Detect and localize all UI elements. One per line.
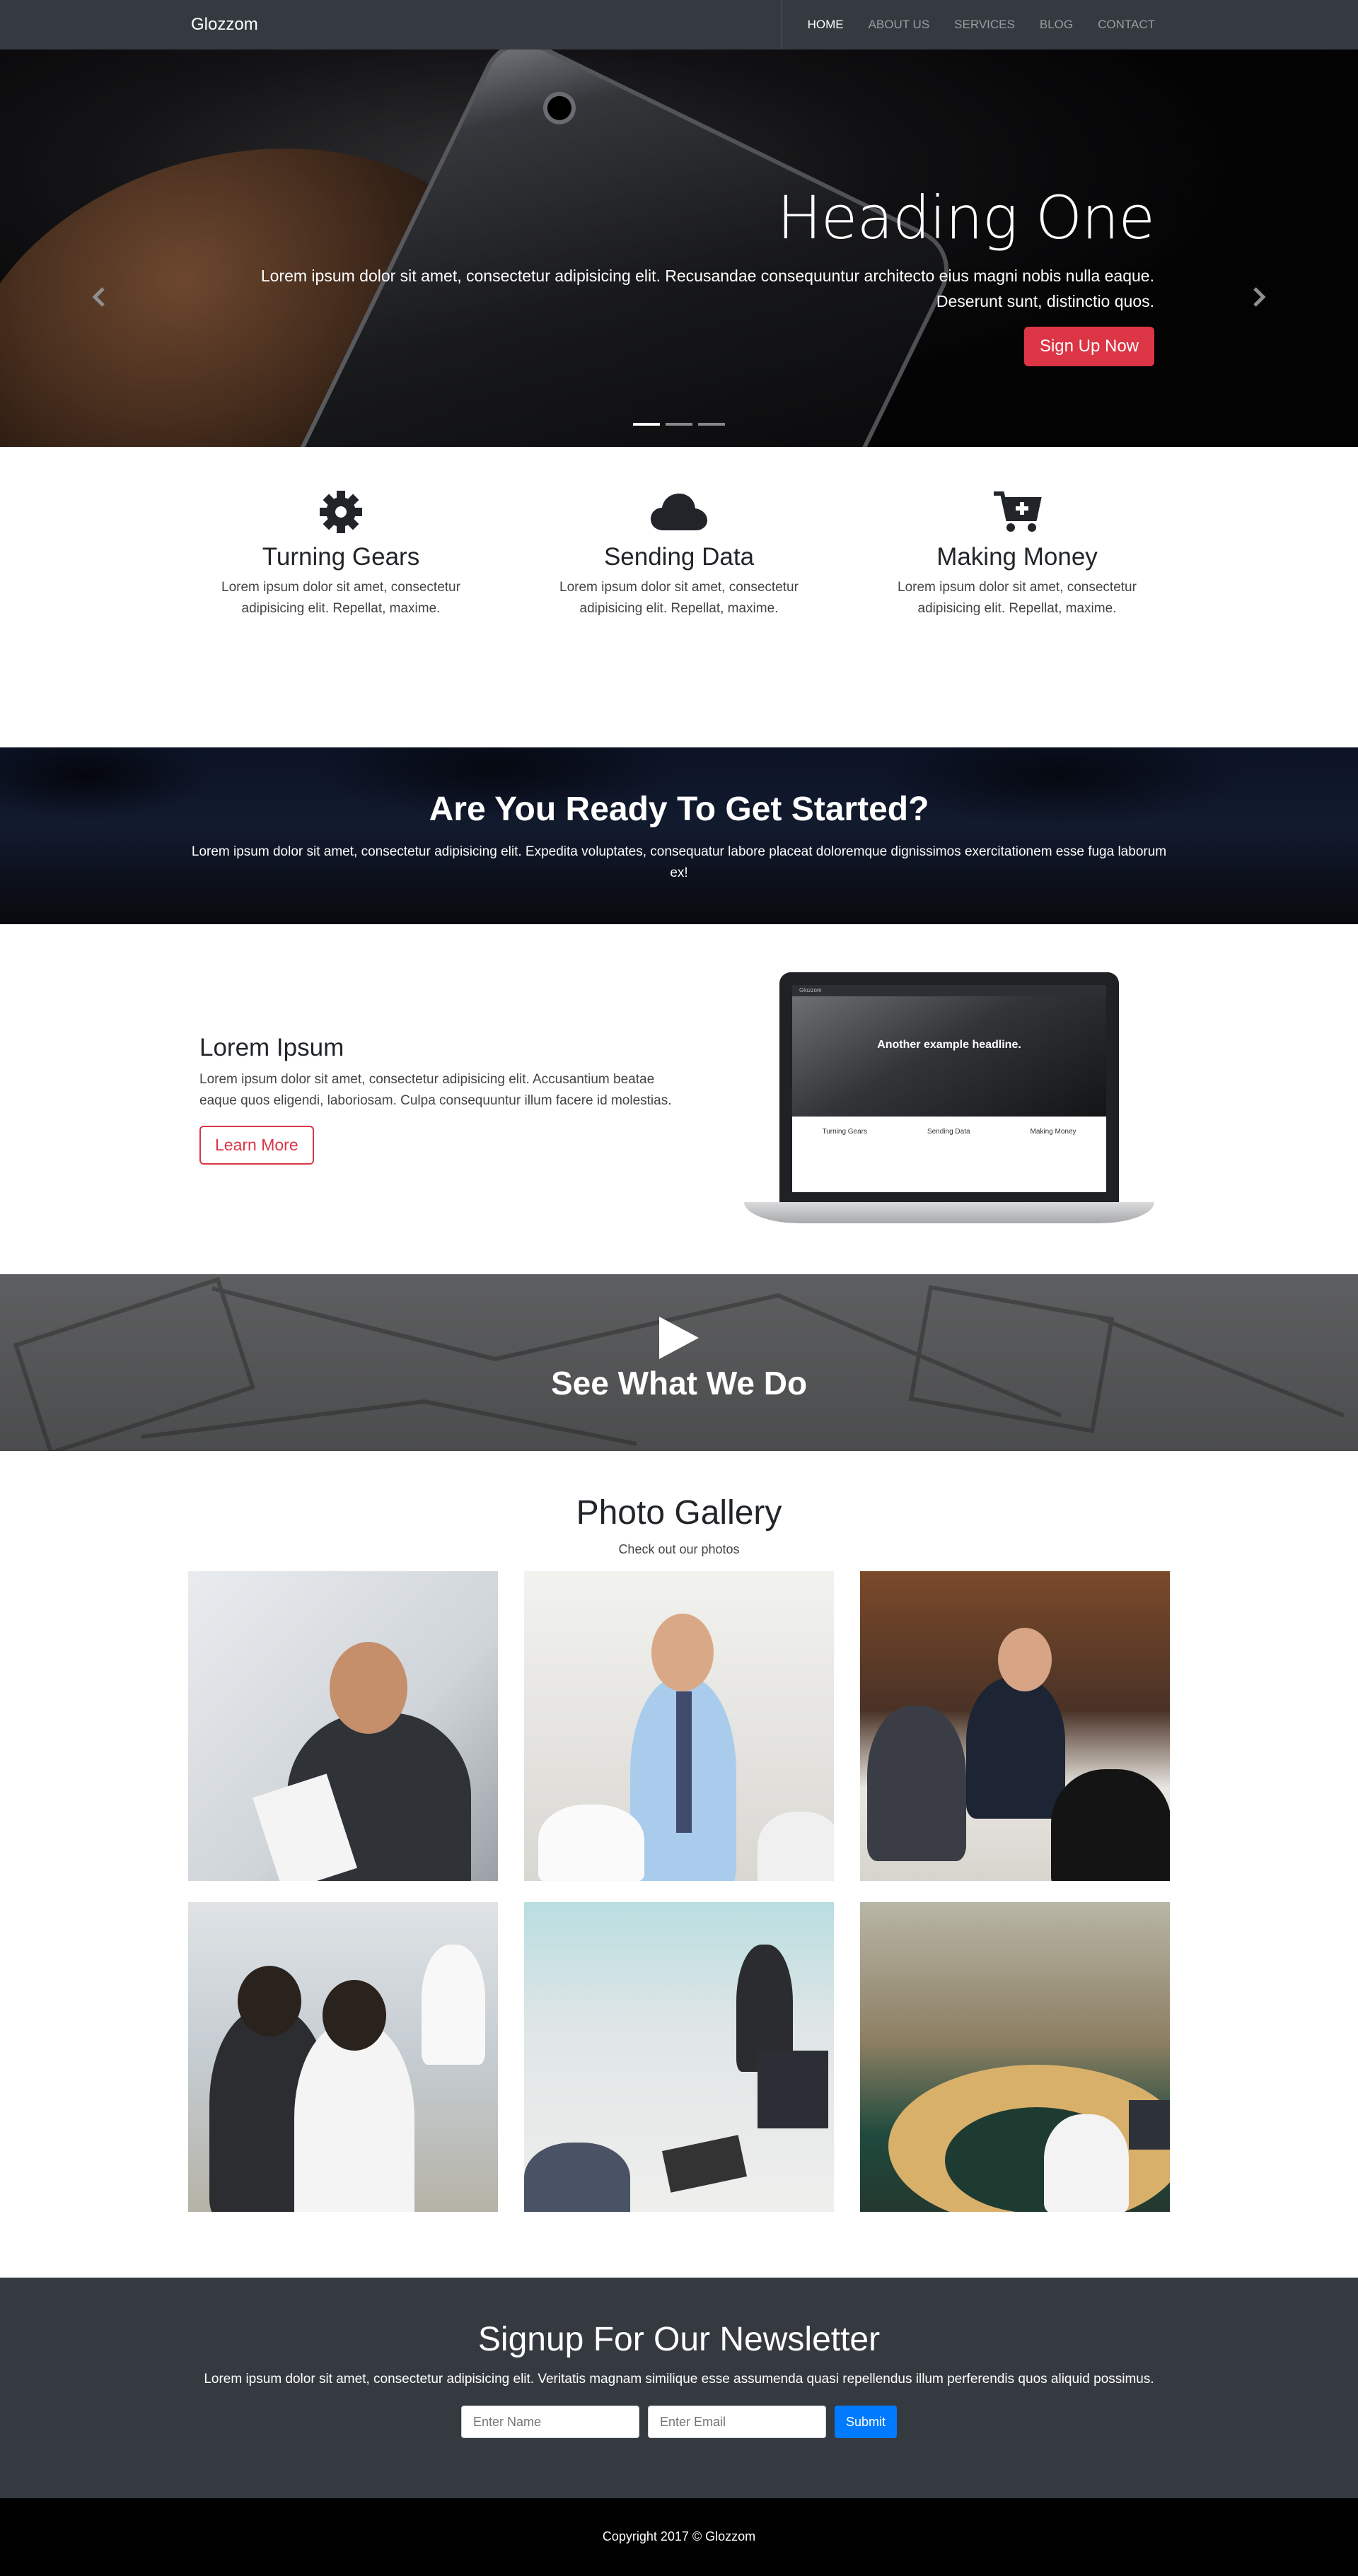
carousel-indicator-1[interactable] (633, 423, 660, 426)
get-started-section: Are You Ready To Get Started? Lorem ipsu… (0, 747, 1358, 924)
chevron-left-icon[interactable] (91, 283, 108, 318)
nav-link-home[interactable]: HOME (808, 18, 844, 32)
video-section: See What We Do (0, 1274, 1358, 1451)
play-icon[interactable] (0, 1274, 1358, 1363)
section-heading: Lorem Ipsum (199, 1034, 344, 1061)
feature-text: Lorem ipsum dolor sit amet, consectetur … (559, 580, 799, 616)
cart-plus-icon (876, 488, 1159, 536)
carousel-indicators (633, 423, 725, 426)
sign-up-button[interactable]: Sign Up Now (1023, 327, 1154, 366)
hero-text-line1: Lorem ipsum dolor sit amet, consectetur … (260, 267, 1154, 285)
video-heading: See What We Do (550, 1365, 808, 1401)
email-input[interactable] (647, 2406, 826, 2438)
feature-text: Lorem ipsum dolor sit amet, consectetur … (221, 580, 460, 616)
copyright-text: Copyright 2017 © Glozzom (602, 2529, 756, 2543)
laptop-screen-feature: Sending Data (927, 1127, 970, 1136)
section-text: Lorem ipsum dolor sit amet, consectetur … (199, 1072, 672, 1108)
brand-logo[interactable]: Glozzom (191, 15, 258, 35)
feature-title: Sending Data (603, 543, 755, 571)
photo-grid (188, 1571, 1170, 2212)
laptop-image: Glozzom Another example headline. Turnin… (744, 972, 1154, 1227)
hero-caption: Heading One Lorem ipsum dolor sit amet, … (235, 183, 1155, 366)
gallery-photo[interactable] (860, 1902, 1170, 2212)
chevron-right-icon[interactable] (1250, 283, 1267, 318)
newsletter-heading: Signup For Our Newsletter (477, 2321, 881, 2358)
gallery-photo[interactable] (860, 1571, 1170, 1881)
get-started-heading: Are You Ready To Get Started? (429, 791, 929, 828)
feature-title: Turning Gears (262, 543, 420, 571)
gallery-photo[interactable] (188, 1902, 498, 2212)
laptop-screen-feature: Making Money (1030, 1127, 1076, 1136)
gallery-photo[interactable] (524, 1902, 834, 2212)
gallery-subheading: Check out our photos (618, 1542, 740, 1556)
submit-button[interactable]: Submit (834, 2406, 898, 2438)
hero-text-line2: Deserunt sunt, distinctio quos. (936, 292, 1154, 310)
newsletter-section: Signup For Our Newsletter Lorem ipsum do… (0, 2278, 1358, 2498)
carousel-indicator-2[interactable] (666, 423, 692, 426)
navbar: Glozzom HOME ABOUT US SERVICES BLOG CONT… (0, 0, 1358, 49)
name-input[interactable] (460, 2406, 639, 2438)
get-started-text: Lorem ipsum dolor sit amet, consectetur … (191, 844, 1167, 880)
nav-link-about-us[interactable]: ABOUT US (869, 18, 930, 32)
hero-heading: Heading One (777, 183, 1155, 252)
footer: Copyright 2017 © Glozzom (0, 2498, 1358, 2576)
hero-carousel: Heading One Lorem ipsum dolor sit amet, … (0, 49, 1358, 447)
feature-title: Making Money (936, 543, 1098, 571)
laptop-screen-brand: Glozzom (792, 984, 1106, 996)
nav-links: HOME ABOUT US SERVICES BLOG CONTACT (781, 0, 1167, 49)
nav-link-contact[interactable]: CONTACT (1098, 18, 1155, 32)
features-section: Turning Gears Lorem ipsum dolor sit amet… (0, 447, 1358, 747)
gallery-photo[interactable] (524, 1571, 834, 1881)
gallery-photo[interactable] (188, 1571, 498, 1881)
feature-sending-data: Sending Data Lorem ipsum dolor sit amet,… (538, 447, 820, 619)
nav-link-services[interactable]: SERVICES (954, 18, 1015, 32)
feature-making-money: Making Money Lorem ipsum dolor sit amet,… (876, 447, 1159, 619)
newsletter-text: Lorem ipsum dolor sit amet, consectetur … (204, 2372, 1154, 2386)
carousel-indicator-3[interactable] (698, 423, 725, 426)
feature-text: Lorem ipsum dolor sit amet, consectetur … (898, 580, 1137, 616)
learn-more-button[interactable]: Learn More (199, 1126, 314, 1165)
photo-gallery-section: Photo Gallery Check out our photos (0, 1451, 1358, 2278)
newsletter-form: Submit (0, 2406, 1358, 2438)
cloud-icon (538, 488, 820, 536)
nav-link-blog[interactable]: BLOG (1040, 18, 1073, 32)
lorem-ipsum-section: Lorem Ipsum Lorem ipsum dolor sit amet, … (0, 924, 1358, 1274)
gallery-heading: Photo Gallery (576, 1494, 782, 1532)
laptop-screen-headline: Another example headline. (792, 996, 1106, 1117)
laptop-screen-feature: Turning Gears (822, 1127, 868, 1136)
gear-icon (199, 488, 482, 536)
feature-turning-gears: Turning Gears Lorem ipsum dolor sit amet… (199, 447, 482, 619)
